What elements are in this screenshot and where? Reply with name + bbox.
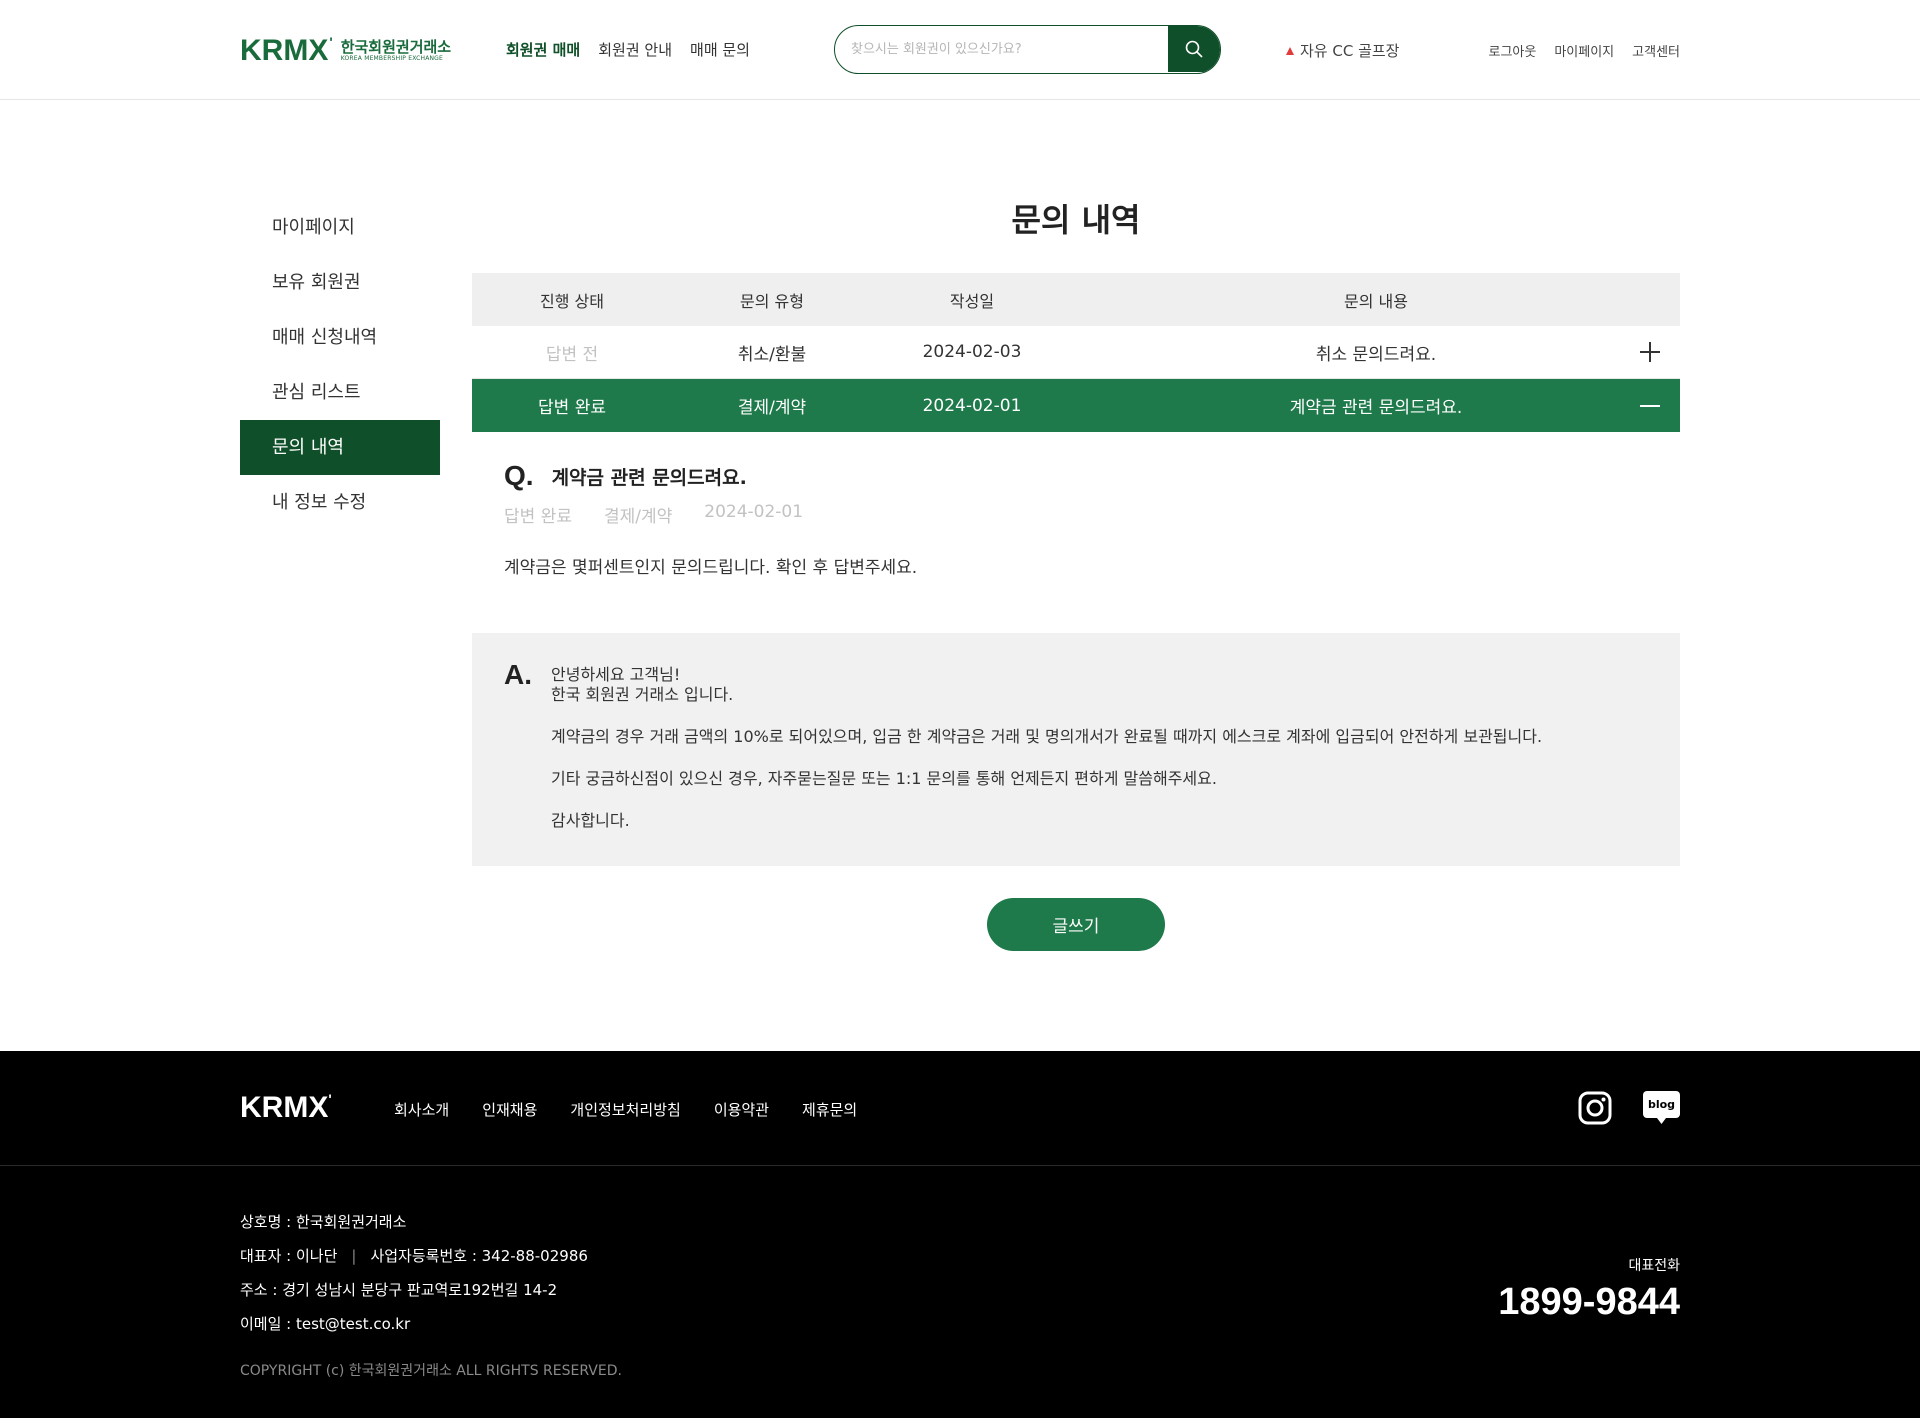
- footer-link-company[interactable]: 회사소개: [394, 1099, 449, 1120]
- company-biz-no: 사업자등록번호 : 342-88-02986: [370, 1247, 588, 1265]
- row-content: 계약금 관련 문의드려요.: [1289, 398, 1463, 418]
- footer-link-terms[interactable]: 이용약관: [714, 1099, 769, 1120]
- question-title: 계약금 관련 문의드려요.: [551, 466, 747, 489]
- row-date: 2024-02-03: [922, 342, 1022, 362]
- row-type: 결제/계약: [737, 398, 807, 418]
- logo-english: KOREA MEMBERSHIP EXCHANGE: [340, 55, 444, 62]
- question-status: 답변 완료: [504, 507, 572, 527]
- company-email: 이메일 : test@test.co.kr: [240, 1315, 411, 1333]
- sidebar-item-trade-requests[interactable]: 매매 신청내역: [240, 310, 440, 365]
- header-type: 문의 유형: [740, 291, 804, 311]
- phone-number[interactable]: 1899-9844: [1498, 1281, 1680, 1324]
- logout-link[interactable]: 로그아웃: [1489, 41, 1537, 60]
- row-status: 답변 전: [545, 344, 599, 365]
- main-nav: 회원권 매매 회원권 안내 매매 문의: [506, 39, 750, 60]
- customer-center-link[interactable]: 고객센터: [1632, 41, 1680, 60]
- logo-mark: KRMX': [240, 34, 333, 67]
- search-icon: [1185, 40, 1203, 58]
- footer-link-partnership[interactable]: 제휴문의: [802, 1099, 857, 1120]
- logo[interactable]: KRMX' 한국회원권거래소 KOREA MEMBERSHIP EXCHANGE: [240, 34, 451, 68]
- row-status: 답변 완료: [538, 398, 606, 418]
- question-date: 2024-02-01: [704, 502, 804, 522]
- util-nav: 로그아웃 마이페이지 고객센터: [1489, 41, 1681, 60]
- answer-mark: A.: [504, 659, 532, 690]
- up-triangle-icon: [1286, 46, 1294, 55]
- question-meta: 답변 완료 결제/계약 2024-02-01: [504, 502, 1654, 527]
- table-header: 진행 상태 문의 유형 작성일 문의 내용: [472, 273, 1680, 326]
- header-date: 작성일: [949, 291, 995, 311]
- company-ceo-row: 대표자 : 이나단 | 사업자등록번호 : 342-88-02986: [240, 1247, 588, 1265]
- answer-text: 안녕하세요 고객님! 한국 회원권 거래소 입니다. 계약금의 경우 거래 금액…: [551, 665, 1542, 831]
- sidebar: 마이페이지 보유 회원권 매매 신청내역 관심 리스트 문의 내역 내 정보 수…: [240, 200, 440, 530]
- row-content: 취소 문의드려요.: [1315, 344, 1437, 365]
- question-mark: Q.: [504, 460, 534, 491]
- search-input[interactable]: [835, 26, 1170, 72]
- search-box: [834, 25, 1221, 74]
- copyright: COPYRIGHT (c) 한국회원권거래소 ALL RIGHTS RESERV…: [240, 1363, 622, 1379]
- plus-icon[interactable]: [1640, 342, 1660, 362]
- page-title: 문의 내역: [1011, 201, 1141, 239]
- site-footer: KRMX' 회사소개 인재채용 개인정보처리방침 이용약관 제휴문의 blog …: [0, 1051, 1920, 1418]
- table-row[interactable]: 답변 전 취소/환불 2024-02-03 취소 문의드려요.: [472, 326, 1680, 379]
- sidebar-item-owned-memberships[interactable]: 보유 회원권: [240, 255, 440, 310]
- answer-line: 한국 회원권 거래소 입니다.: [551, 685, 734, 704]
- footer-nav: 회사소개 인재채용 개인정보처리방침 이용약관 제휴문의: [394, 1099, 857, 1120]
- footer-top: KRMX' 회사소개 인재채용 개인정보처리방침 이용약관 제휴문의 blog: [0, 1051, 1920, 1166]
- instagram-icon[interactable]: [1578, 1091, 1612, 1125]
- logo-korean: 한국회원권거래소: [340, 38, 452, 56]
- blog-icon[interactable]: blog: [1643, 1091, 1680, 1125]
- write-button[interactable]: 글쓰기: [987, 898, 1165, 951]
- sidebar-item-mypage[interactable]: 마이페이지: [240, 200, 440, 255]
- site-header: KRMX' 한국회원권거래소 KOREA MEMBERSHIP EXCHANGE…: [0, 0, 1920, 100]
- company-name: 상호명 : 한국회원권거래소: [240, 1213, 407, 1231]
- row-type: 취소/환불: [737, 344, 807, 365]
- phone-label: 대표전화: [1628, 1258, 1680, 1274]
- footer-link-careers[interactable]: 인재채용: [482, 1099, 537, 1120]
- answer-line: 감사합니다.: [551, 811, 630, 830]
- nav-membership-guide[interactable]: 회원권 안내: [598, 39, 672, 60]
- sidebar-item-inquiries[interactable]: 문의 내역: [240, 420, 440, 475]
- sidebar-item-edit-profile[interactable]: 내 정보 수정: [240, 475, 440, 530]
- header-content: 문의 내용: [1344, 291, 1408, 311]
- price-ticker[interactable]: 자유 CC 골프장: [1286, 40, 1399, 61]
- question-type: 결제/계약: [603, 507, 673, 527]
- mypage-link[interactable]: 마이페이지: [1554, 41, 1614, 60]
- row-date: 2024-02-01: [922, 395, 1022, 416]
- company-ceo: 대표자 : 이나단: [240, 1247, 338, 1265]
- company-info: 상호명 : 한국회원권거래소 대표자 : 이나단 | 사업자등록번호 : 342-8…: [240, 1205, 588, 1341]
- nav-trade-inquiry[interactable]: 매매 문의: [690, 39, 750, 60]
- answer-line: 기타 궁금하신점이 있으신 경우, 자주묻는질문 또는 1:1 문의를 통해 언…: [551, 769, 1217, 788]
- table-row-expanded[interactable]: 답변 완료 결제/계약 2024-02-01 계약금 관련 문의드려요.: [472, 379, 1680, 432]
- inquiry-table: 진행 상태 문의 유형 작성일 문의 내용 답변 전 취소/환불 2024-02…: [472, 273, 1680, 432]
- sidebar-item-watchlist[interactable]: 관심 리스트: [240, 365, 440, 420]
- answer-box: A. 안녕하세요 고객님! 한국 회원권 거래소 입니다. 계약금의 경우 거래…: [472, 633, 1680, 866]
- search-button[interactable]: [1168, 26, 1220, 72]
- blog-icon-label: blog: [1648, 1098, 1675, 1111]
- answer-line: 안녕하세요 고객님!: [551, 665, 681, 684]
- ticker-text: 자유 CC 골프장: [1300, 42, 1400, 60]
- question-detail: Q. 계약금 관련 문의드려요. 답변 완료 결제/계약 2024-02-01 …: [504, 460, 1654, 578]
- company-address: 주소 : 경기 성남시 분당구 판교역로192번길 14-2: [240, 1281, 558, 1299]
- nav-membership-trade[interactable]: 회원권 매매: [506, 39, 580, 60]
- minus-icon[interactable]: [1640, 396, 1660, 416]
- header-status: 진행 상태: [540, 291, 604, 311]
- footer-link-privacy[interactable]: 개인정보처리방침: [570, 1099, 680, 1120]
- footer-logo[interactable]: KRMX': [240, 1091, 332, 1125]
- answer-line: 계약금의 경우 거래 금액의 10%로 되어있으며, 입금 한 계약금은 거래 …: [551, 727, 1543, 746]
- question-body: 계약금은 몇퍼센트인지 문의드립니다. 확인 후 답변주세요.: [504, 558, 918, 578]
- logo-text: 한국회원권거래소 KOREA MEMBERSHIP EXCHANGE: [341, 39, 451, 63]
